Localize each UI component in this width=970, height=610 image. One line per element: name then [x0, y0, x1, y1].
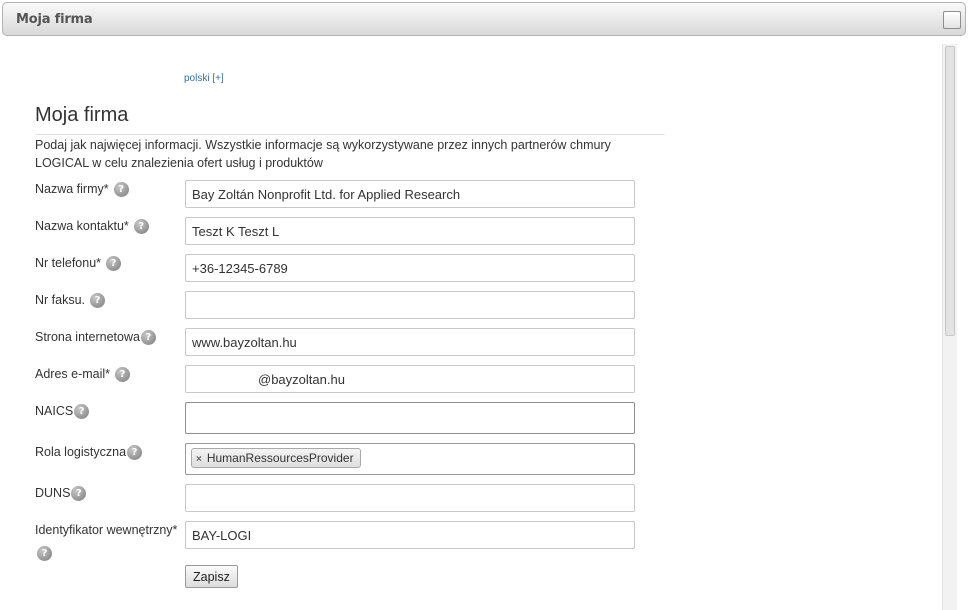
fax-field[interactable] [185, 291, 635, 319]
logistics-role-label-text: Rola logistyczna [35, 445, 127, 459]
phone-field[interactable] [185, 254, 635, 282]
save-button[interactable]: Zapisz [185, 565, 238, 588]
contact-name-field[interactable] [185, 217, 635, 245]
duns-label-text: DUNS [35, 486, 71, 500]
remove-tag-icon[interactable]: × [196, 454, 202, 465]
help-icon[interactable]: ? [90, 293, 106, 309]
duns-label: DUNS? [35, 486, 87, 502]
contact-name-label-text: Nazwa kontaktu* [35, 219, 129, 233]
logistics-role-label: Rola logistyczna? [35, 445, 143, 461]
company-name-label-text: Nazwa firmy* [35, 182, 109, 196]
help-icon[interactable]: ? [37, 546, 52, 561]
duns-field[interactable] [185, 484, 635, 512]
naics-label: NAICS? [35, 404, 90, 420]
maximize-button[interactable] [943, 11, 961, 29]
role-tag: × HumanRessourcesProvider [191, 448, 361, 468]
page-title: Moja firma [35, 104, 129, 126]
help-icon[interactable]: ? [133, 219, 149, 235]
website-label: Strona internetowa? [35, 330, 156, 346]
website-label-text: Strona internetowa [35, 330, 140, 344]
naics-field[interactable] [185, 402, 635, 434]
fax-label-text: Nr faksu. [35, 293, 86, 307]
vertical-scrollbar[interactable] [942, 44, 957, 610]
naics-label-text: NAICS [35, 404, 74, 418]
internal-id-label: Identyfikator wewnętrzny* [35, 523, 177, 537]
logistics-role-tag-input[interactable]: × HumanRessourcesProvider [185, 443, 635, 475]
help-icon[interactable]: ? [113, 182, 129, 198]
help-icon[interactable]: ? [74, 404, 90, 420]
form-description: Podaj jak najwięcej informacji. Wszystki… [35, 138, 611, 170]
help-icon[interactable]: ? [106, 256, 122, 272]
help-icon[interactable]: ? [115, 367, 131, 383]
email-field[interactable] [185, 365, 635, 393]
fax-label: Nr faksu.? [35, 293, 106, 309]
help-icon[interactable]: ? [140, 330, 156, 346]
language-selector-link[interactable]: polski [+] [184, 73, 224, 84]
window-titlebar: Moja firma [2, 2, 966, 36]
internal-id-label-text: Identyfikator wewnętrzny* [35, 523, 178, 537]
contact-name-label: Nazwa kontaktu*? [35, 219, 149, 235]
heading-divider [35, 134, 665, 135]
phone-label: Nr telefonu*? [35, 256, 122, 272]
website-field[interactable] [185, 328, 635, 356]
company-name-label: Nazwa firmy*? [35, 182, 129, 198]
phone-label-text: Nr telefonu* [35, 256, 102, 270]
scrollbar-thumb[interactable] [945, 46, 955, 336]
help-icon[interactable]: ? [71, 486, 87, 502]
role-tag-label: HumanRessourcesProvider [206, 451, 354, 465]
internal-id-field[interactable] [185, 521, 635, 549]
company-name-field[interactable] [185, 180, 635, 208]
help-icon[interactable]: ? [127, 445, 143, 461]
email-label-text: Adres e-mail* [35, 367, 111, 381]
window-title: Moja firma [16, 12, 93, 27]
email-label: Adres e-mail*? [35, 367, 131, 383]
